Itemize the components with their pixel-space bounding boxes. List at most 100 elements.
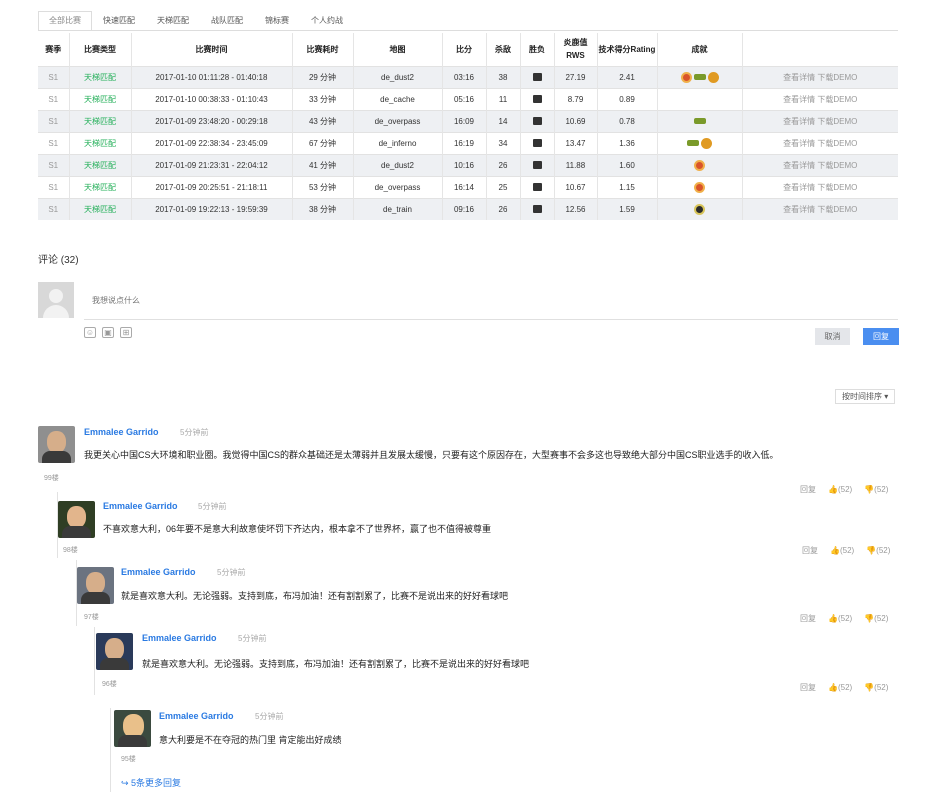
emoji-icon[interactable]: ☺ <box>84 327 96 338</box>
cell-rws: 11.88 <box>554 154 598 176</box>
cell-score: 05:16 <box>442 88 487 110</box>
comment-author[interactable]: Emmalee Garrido <box>121 567 196 577</box>
cell-achievements <box>657 110 743 132</box>
comment-time: 5分钟前 <box>180 428 209 437</box>
cell-duration: 41 分钟 <box>292 154 354 176</box>
like-button[interactable]: 👍(52) <box>828 614 852 623</box>
dislike-button[interactable]: 👎(52) <box>864 683 888 692</box>
cell-rws: 12.56 <box>554 198 598 220</box>
cell-map: de_overpass <box>353 110 443 132</box>
cell-time: 2017-01-10 00:38:33 - 01:10:43 <box>131 88 293 110</box>
cell-type: 天梯匹配 <box>69 88 132 110</box>
like-button[interactable]: 👍(52) <box>830 546 854 555</box>
avatar[interactable] <box>38 426 75 463</box>
medal-icon <box>694 181 705 193</box>
dislike-button[interactable]: 👎(52) <box>866 546 890 555</box>
comment-time: 5分钟前 <box>238 634 267 643</box>
cell-time: 2017-01-10 01:11:28 - 01:40:18 <box>131 66 293 88</box>
comment-author[interactable]: Emmalee Garrido <box>84 427 159 437</box>
vehicle-icon <box>532 205 542 214</box>
comment-actions: 回复 👍(52) 👎(52) <box>800 613 888 624</box>
like-button[interactable]: 👍(52) <box>828 683 852 692</box>
match-actions-link[interactable]: 查看详情 下载DEMO <box>742 88 898 110</box>
cell-score: 16:09 <box>442 110 487 132</box>
avatar[interactable] <box>96 633 133 670</box>
tab-team-match[interactable]: 战队匹配 <box>200 11 254 31</box>
col-header-map: 地图 <box>353 33 443 66</box>
comment-time: 5分钟前 <box>217 568 246 577</box>
floor-number: 99楼 <box>44 475 59 482</box>
tab-personal-challenge[interactable]: 个人约战 <box>300 11 354 31</box>
reply-link[interactable]: 回复 <box>800 682 816 693</box>
reply-link[interactable]: 回复 <box>802 545 818 556</box>
dislike-button[interactable]: 👎(52) <box>864 614 888 623</box>
cell-result <box>520 198 555 220</box>
col-header-score: 比分 <box>442 33 487 66</box>
cell-kills: 26 <box>486 154 521 176</box>
thread-line <box>94 627 95 695</box>
cancel-button[interactable]: 取消 <box>815 328 850 345</box>
tab-quick-match[interactable]: 快速匹配 <box>92 11 146 31</box>
cell-achievements <box>657 66 743 88</box>
cell-result <box>520 110 555 132</box>
cell-type: 天梯匹配 <box>69 176 132 198</box>
cell-time: 2017-01-09 21:23:31 - 22:04:12 <box>131 154 293 176</box>
cell-rating: 0.89 <box>597 88 658 110</box>
table-header-row: 赛季 比赛类型 比赛时间 比赛耗时 地图 比分 杀敌 胜负 炎鹿值RWS 技术得… <box>38 33 898 66</box>
cell-kills: 34 <box>486 132 521 154</box>
match-actions-link[interactable]: 查看详情 下载DEMO <box>742 66 898 88</box>
cell-season: S1 <box>38 132 70 154</box>
table-row: S1 天梯匹配 2017-01-09 21:23:31 - 22:04:12 4… <box>38 154 898 176</box>
match-actions-link[interactable]: 查看详情 下载DEMO <box>742 132 898 154</box>
cell-result <box>520 88 555 110</box>
attachment-icon[interactable]: ⊞ <box>120 327 132 338</box>
match-actions-link[interactable]: 查看详情 下载DEMO <box>742 176 898 198</box>
avatar[interactable] <box>58 501 95 538</box>
thumbs-down-icon: 👎 <box>864 614 875 623</box>
comment-actions: 回复 👍(52) 👎(52) <box>800 484 888 495</box>
thumbs-up-icon: 👍 <box>828 485 838 494</box>
sort-dropdown[interactable]: 按时间排序 ▾ <box>835 389 896 404</box>
thumbs-down-icon: 👎 <box>864 683 875 692</box>
cell-rating: 1.15 <box>597 176 658 198</box>
col-header-rating: 技术得分Rating <box>597 33 658 66</box>
cell-result <box>520 176 555 198</box>
match-actions-link[interactable]: 查看详情 下载DEMO <box>742 110 898 132</box>
thumbs-up-icon: 👍 <box>828 614 838 623</box>
cell-achievements <box>657 132 743 154</box>
cell-score: 10:16 <box>442 154 487 176</box>
comment-author[interactable]: Emmalee Garrido <box>159 711 234 721</box>
cell-season: S1 <box>38 198 70 220</box>
cell-duration: 38 分钟 <box>292 198 354 220</box>
like-button[interactable]: 👍(52) <box>828 485 852 494</box>
avatar[interactable] <box>77 567 114 604</box>
cell-kills: 25 <box>486 176 521 198</box>
avatar[interactable] <box>114 710 151 747</box>
table-row: S1 天梯匹配 2017-01-09 19:22:13 - 19:59:39 3… <box>38 198 898 220</box>
cell-time: 2017-01-09 19:22:13 - 19:59:39 <box>131 198 293 220</box>
cell-score: 09:16 <box>442 198 487 220</box>
comment-author[interactable]: Emmalee Garrido <box>103 501 178 511</box>
reply-link[interactable]: 回复 <box>800 484 816 495</box>
cell-score: 03:16 <box>442 66 487 88</box>
cell-season: S1 <box>38 110 70 132</box>
cell-duration: 33 分钟 <box>292 88 354 110</box>
comment-author[interactable]: Emmalee Garrido <box>142 633 217 643</box>
tab-tournament[interactable]: 锦标赛 <box>254 11 300 31</box>
dislike-button[interactable]: 👎(52) <box>864 485 888 494</box>
comment-text: 就是喜欢意大利。无论强弱。支持到底，布冯加油！还有割割累了，比赛不是说出来的好好… <box>142 659 530 669</box>
image-icon[interactable]: ▣ <box>102 327 114 338</box>
match-filter-tabs: 全部比赛 快速匹配 天梯匹配 战队匹配 锦标赛 个人约战 <box>38 11 354 31</box>
cell-result <box>520 154 555 176</box>
match-actions-link[interactable]: 查看详情 下载DEMO <box>742 154 898 176</box>
comment-input[interactable] <box>84 282 898 320</box>
comment-time: 5分钟前 <box>198 502 227 511</box>
cell-achievements <box>657 154 743 176</box>
table-row: S1 天梯匹配 2017-01-09 23:48:20 - 00:29:18 4… <box>38 110 898 132</box>
more-replies-link[interactable]: ↪ 5条更多回复 <box>121 776 181 789</box>
tab-ladder-match[interactable]: 天梯匹配 <box>146 11 200 31</box>
match-actions-link[interactable]: 查看详情 下载DEMO <box>742 198 898 220</box>
tab-all-matches[interactable]: 全部比赛 <box>38 11 92 31</box>
reply-link[interactable]: 回复 <box>800 613 816 624</box>
reply-submit-button[interactable]: 回复 <box>863 328 899 345</box>
